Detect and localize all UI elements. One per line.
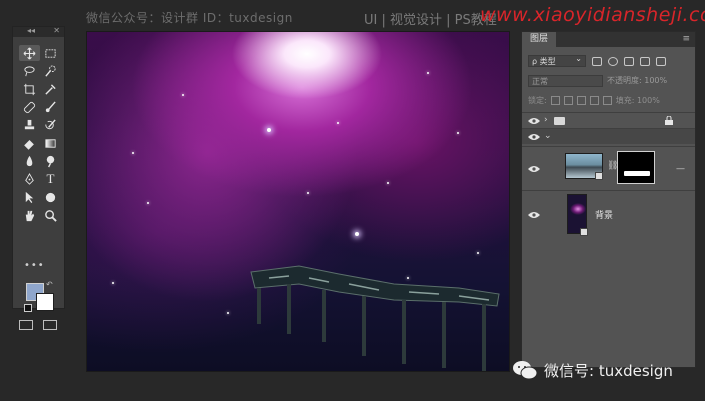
smart-object-badge-icon — [580, 228, 588, 236]
tools-panel: ◂◂ ✕ T ••• ↶ — [12, 26, 65, 330]
mode-buttons — [19, 320, 57, 330]
star — [147, 202, 149, 204]
zoom-tool-icon[interactable] — [40, 207, 61, 223]
star — [132, 152, 134, 154]
lock-artboard-icon[interactable] — [589, 95, 599, 105]
star — [355, 232, 359, 236]
crop-tool-icon[interactable] — [19, 81, 40, 97]
star — [267, 128, 271, 132]
type-filter-icon[interactable] — [624, 56, 634, 66]
lock-pixels-icon[interactable] — [563, 95, 573, 105]
visibility-eye-icon[interactable] — [528, 165, 540, 173]
close-icon[interactable]: ✕ — [53, 26, 60, 35]
brush-tool-icon[interactable] — [40, 99, 61, 115]
type-tool-glyph: T — [46, 171, 55, 186]
layer-group-expanded-row[interactable]: ⌄ — [522, 128, 695, 144]
layer-row-background[interactable]: 背景 — [522, 190, 695, 238]
layer-filter-bar: ρ 类型 — [528, 53, 666, 68]
clone-stamp-tool-icon[interactable] — [19, 117, 40, 133]
background-color-swatch[interactable] — [36, 293, 54, 311]
chevron-down-icon[interactable]: ⌄ — [544, 131, 552, 141]
visibility-eye-icon[interactable] — [528, 117, 540, 125]
tab-layers[interactable]: 图层 — [522, 32, 556, 47]
blend-mode-select[interactable]: 正常 — [528, 75, 603, 87]
move-tool-icon[interactable] — [19, 45, 40, 61]
more-tools-button[interactable]: ••• — [24, 260, 45, 271]
healing-brush-tool-icon[interactable] — [19, 99, 40, 115]
lock-label: 锁定: — [528, 95, 547, 105]
lasso-tool-icon[interactable] — [19, 63, 40, 79]
ellipse-tool-icon[interactable] — [40, 189, 61, 205]
layer-trailing-mark: — — [676, 164, 685, 174]
gradient-tool-icon[interactable] — [40, 135, 61, 151]
visibility-eye-icon[interactable] — [528, 211, 540, 219]
lock-fill-row: 锁定: 填充: 100% — [528, 94, 660, 106]
lock-icon — [665, 116, 673, 125]
marquee-tool-icon[interactable] — [40, 45, 61, 61]
screen-mode-icon[interactable] — [43, 320, 57, 330]
watermark-url: www.xiaoyidiansheji.com — [480, 4, 705, 26]
blur-tool-icon[interactable] — [19, 153, 40, 169]
star — [387, 182, 389, 184]
wooden-bridge-image — [250, 265, 500, 371]
layer-mask-thumbnail[interactable] — [617, 151, 655, 184]
document-canvas[interactable] — [86, 31, 510, 372]
visibility-eye-icon[interactable] — [528, 133, 540, 141]
smart-object-badge-icon — [595, 172, 603, 180]
pen-tool-icon[interactable] — [19, 171, 40, 187]
star — [337, 122, 339, 124]
lock-all-icon[interactable] — [602, 95, 612, 105]
type-tool-icon[interactable]: T — [40, 171, 61, 187]
history-brush-tool-icon[interactable] — [40, 117, 61, 133]
eyedropper-tool-icon[interactable] — [40, 81, 61, 97]
folder-icon — [554, 117, 565, 125]
watermark-bottom-text: 微信号: tuxdesign — [544, 361, 673, 380]
watermark-bottom: 微信号: tuxdesign — [512, 356, 700, 384]
layer-kind-filter[interactable]: ρ 类型 — [528, 53, 586, 67]
collapse-icon[interactable]: ◂◂ — [27, 26, 35, 35]
tool-grid: T — [19, 45, 61, 223]
adjustment-filter-icon[interactable] — [608, 56, 618, 66]
layer-name[interactable]: 背景 — [595, 208, 613, 221]
smart-object-filter-icon[interactable] — [656, 56, 666, 66]
lock-position-icon[interactable] — [576, 95, 586, 105]
quick-mask-icon[interactable] — [19, 320, 33, 330]
star — [477, 252, 479, 254]
layers-panel-header: 图层 ≡ — [522, 32, 695, 47]
lock-transparent-icon[interactable] — [550, 95, 560, 105]
layer-row-smart-object-masked[interactable]: ⛓ — — [522, 146, 695, 190]
watermark-top-left: 微信公众号：设计群 ID：tuxdesign — [86, 11, 293, 25]
star — [307, 192, 309, 194]
wechat-logo-icon — [513, 361, 538, 380]
tools-panel-header: ◂◂ ✕ — [13, 26, 64, 37]
pixel-filter-icon[interactable] — [592, 56, 602, 66]
layers-panel: 图层 ≡ ρ 类型 正常 不透明度: 100% 锁定: 填充: 100% › ⌄… — [521, 31, 696, 368]
panel-menu-icon[interactable]: ≡ — [682, 34, 690, 44]
eraser-tool-icon[interactable] — [19, 135, 40, 151]
quick-select-tool-icon[interactable] — [40, 63, 61, 79]
star — [457, 132, 459, 134]
layer-group-row[interactable]: › — [522, 112, 695, 128]
watermark-top-middle: UI | 视觉设计 | PS教程 — [364, 13, 497, 28]
star — [112, 282, 114, 284]
star — [427, 72, 429, 74]
opacity-field[interactable]: 不透明度: 100% — [607, 75, 667, 87]
path-select-tool-icon[interactable] — [19, 189, 40, 205]
star — [182, 94, 184, 96]
chevron-right-icon[interactable]: › — [544, 115, 548, 125]
hand-tool-icon[interactable] — [19, 207, 40, 223]
default-colors-icon[interactable] — [24, 304, 32, 312]
shape-filter-icon[interactable] — [640, 56, 650, 66]
swap-colors-icon[interactable]: ↶ — [46, 280, 53, 289]
fill-field[interactable]: 填充: 100% — [616, 95, 660, 106]
dodge-tool-icon[interactable] — [40, 153, 61, 169]
blend-opacity-row: 正常 不透明度: 100% — [528, 75, 667, 87]
